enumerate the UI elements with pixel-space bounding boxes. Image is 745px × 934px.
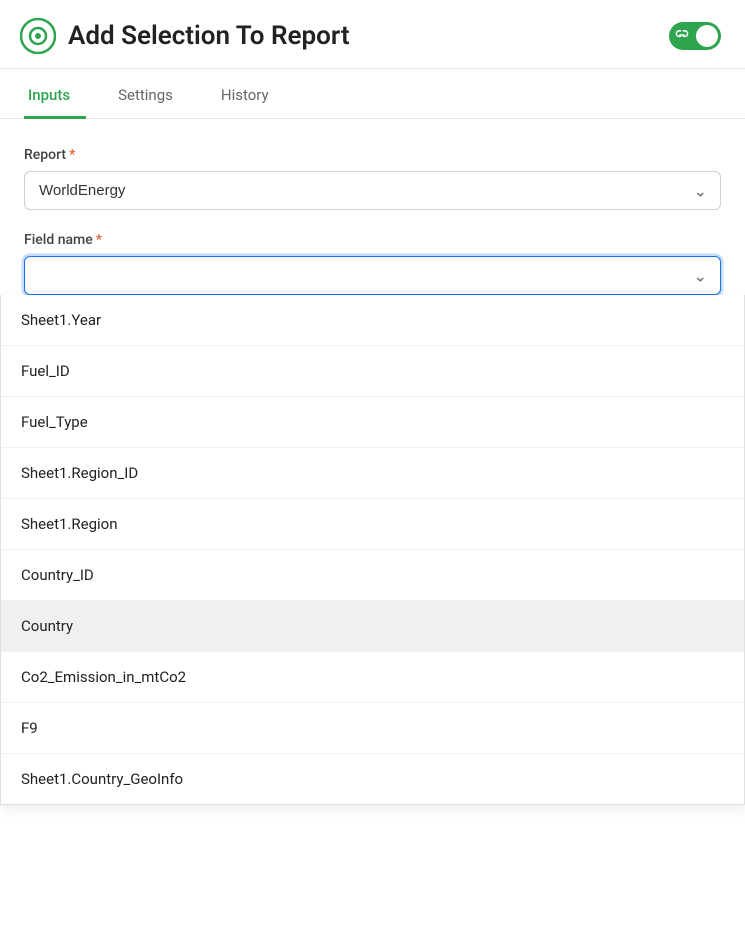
list-item[interactable]: Co2_Emission_in_mtCo2 [1,652,744,703]
list-item[interactable]: F9 [1,703,744,754]
tab-settings[interactable]: Settings [114,70,189,119]
tab-history[interactable]: History [217,70,285,119]
header-left: Add Selection To Report [20,18,350,54]
field-name-select[interactable] [24,256,721,295]
report-label: Report * [24,147,721,163]
list-item[interactable]: Sheet1.Country_GeoInfo [1,754,744,804]
link-icon [675,28,689,45]
content-area: Report * WorldEnergy ⌄ Field name * ⌄ Sh… [0,119,745,341]
list-item[interactable]: Sheet1.Region [1,499,744,550]
list-item[interactable]: Country_ID [1,550,744,601]
tab-inputs[interactable]: Inputs [24,70,86,119]
field-name-select-wrapper: ⌄ [24,256,721,295]
app-logo-icon [20,18,56,54]
field-name-label: Field name * [24,232,721,248]
report-field-group: Report * WorldEnergy ⌄ [24,147,721,210]
page-title: Add Selection To Report [68,21,350,51]
field-name-dropdown-list: Sheet1.Year Fuel_ID Fuel_Type Sheet1.Reg… [0,295,745,805]
tabs-bar: Inputs Settings History [0,69,745,119]
report-select[interactable]: WorldEnergy [24,171,721,210]
report-select-wrapper: WorldEnergy ⌄ [24,171,721,210]
header: Add Selection To Report [0,0,745,69]
list-item[interactable]: Sheet1.Year [1,295,744,346]
list-item[interactable]: Fuel_ID [1,346,744,397]
field-name-dropdown-container: ⌄ Sheet1.Year Fuel_ID Fuel_Type Sheet1.R… [24,256,721,295]
field-name-group: Field name * ⌄ Sheet1.Year Fuel_ID Fuel_… [24,232,721,295]
list-item[interactable]: Fuel_Type [1,397,744,448]
list-item[interactable]: Sheet1.Region_ID [1,448,744,499]
list-item-highlighted[interactable]: Country [1,601,744,652]
toggle-switch[interactable] [669,22,721,50]
